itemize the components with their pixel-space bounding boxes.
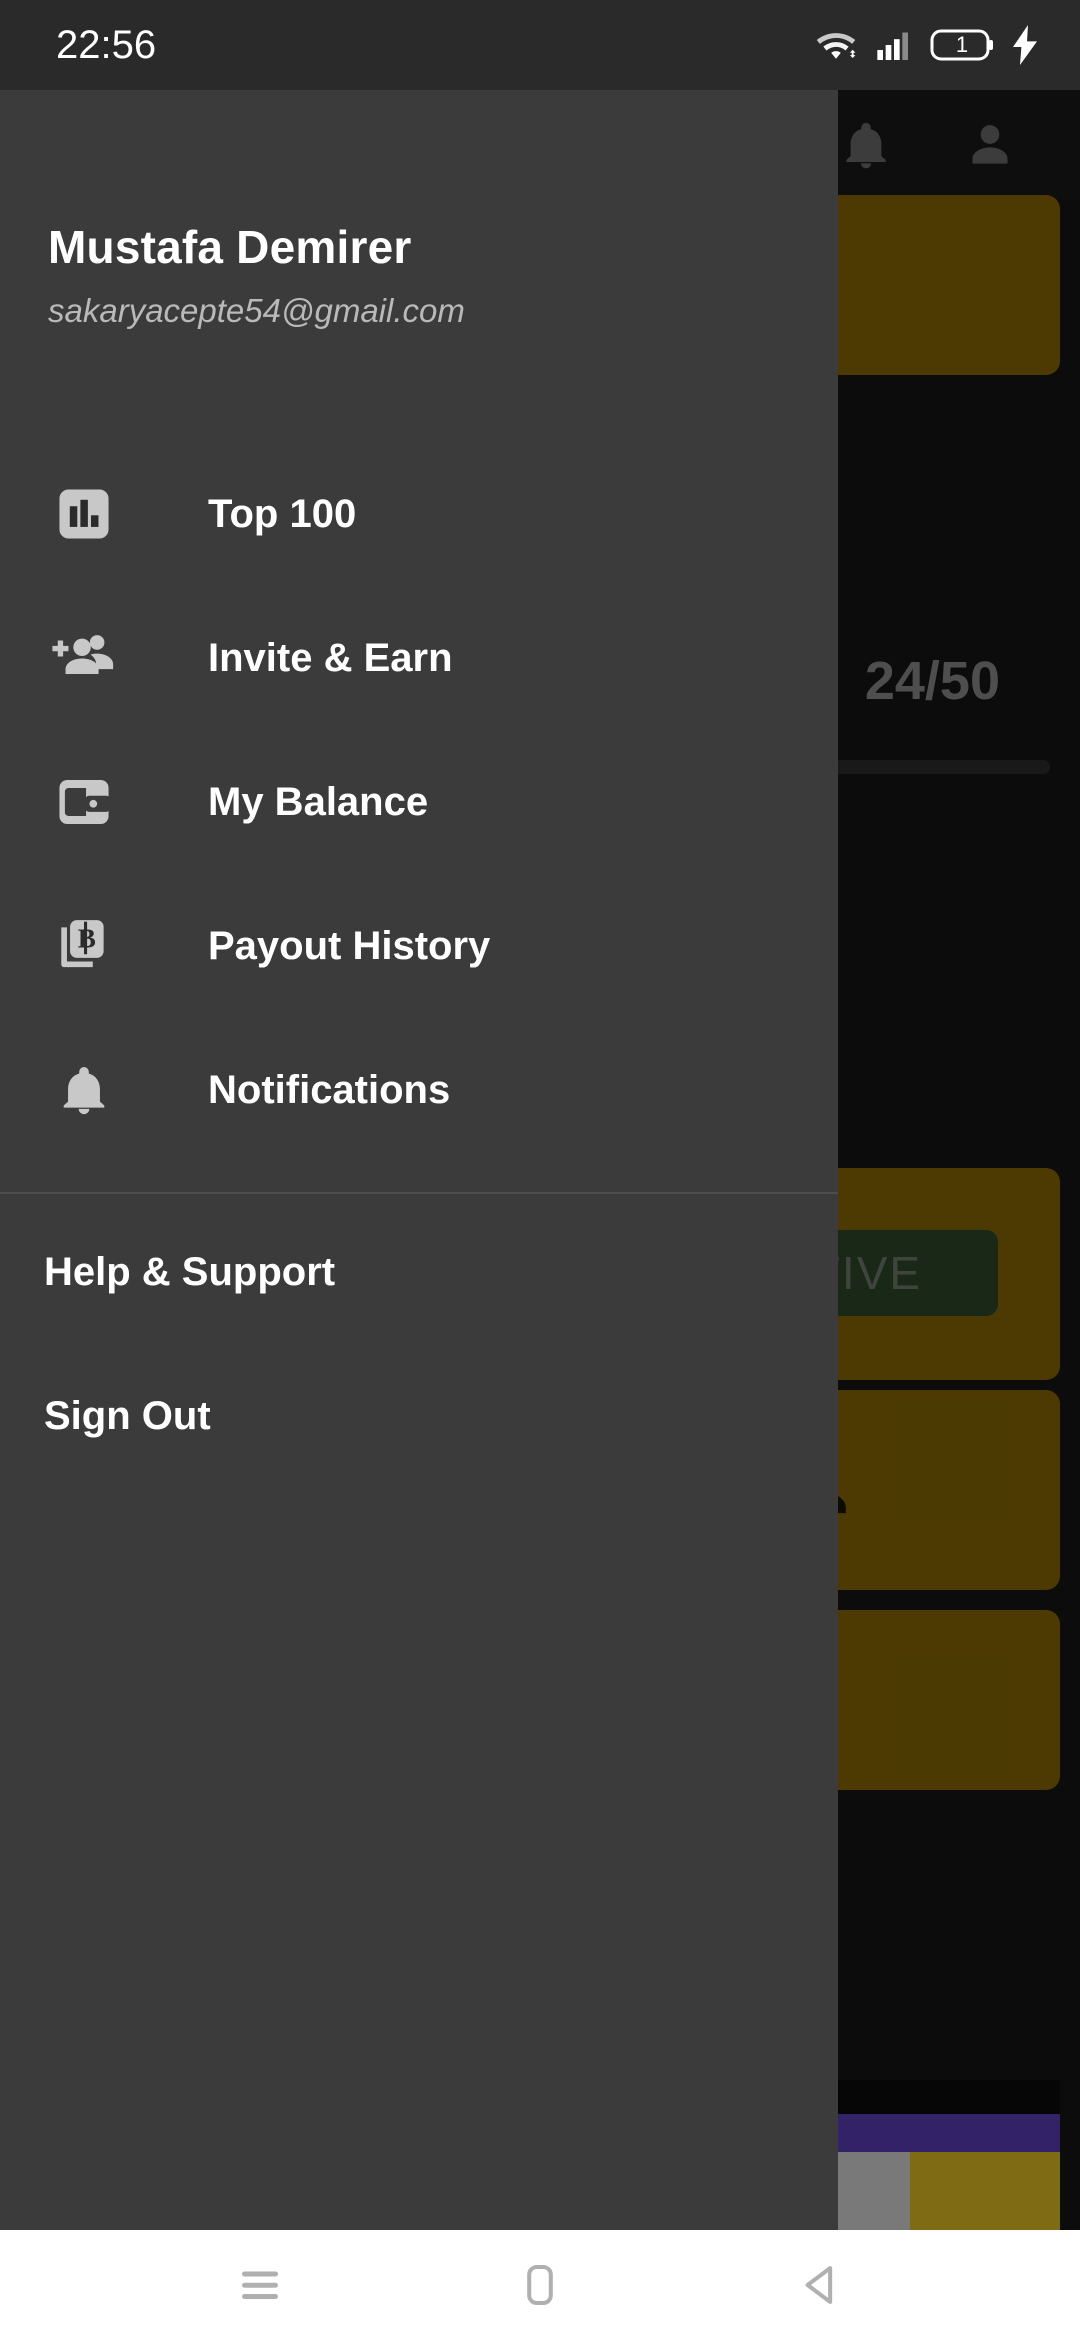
- menu-item-top-100[interactable]: Top 100: [0, 442, 838, 586]
- menu-item-my-balance[interactable]: My Balance: [0, 730, 838, 874]
- status-bar-clock: 22:56: [56, 22, 157, 67]
- status-bar: 22:56 1: [0, 0, 1080, 90]
- battery-level-text: 1: [955, 32, 969, 57]
- home-button[interactable]: [480, 2230, 600, 2340]
- footer-item-label: Help & Support: [44, 1249, 336, 1294]
- person-add-group-icon: [48, 622, 120, 694]
- drawer-menu: Top 100 Invite & Earn My Balance Payout …: [0, 442, 838, 1162]
- back-button[interactable]: [760, 2230, 880, 2340]
- menu-item-sign-out[interactable]: Sign Out: [0, 1344, 838, 1488]
- menu-item-label: Notifications: [208, 1067, 451, 1112]
- menu-item-invite-earn[interactable]: Invite & Earn: [0, 586, 838, 730]
- android-navigation-bar: [0, 2230, 1080, 2340]
- menu-item-help-support[interactable]: Help & Support: [0, 1200, 838, 1344]
- battery-icon: 1: [930, 28, 994, 62]
- bell-icon: [48, 1054, 120, 1126]
- charging-bolt-icon: [1010, 25, 1040, 65]
- menu-item-label: Top 100: [208, 491, 357, 536]
- user-name: Mustafa Demirer: [48, 221, 412, 273]
- bitcoin-book-icon: B: [48, 910, 120, 982]
- menu-item-notifications[interactable]: Notifications: [0, 1018, 838, 1162]
- bar-chart-icon: [48, 478, 120, 550]
- menu-item-label: My Balance: [208, 779, 429, 824]
- recents-button[interactable]: [200, 2230, 320, 2340]
- menu-item-label: Payout History: [208, 923, 491, 968]
- drawer-header: Mustafa Demirer sakaryacepte54@gmail.com: [0, 90, 838, 330]
- user-email: sakaryacepte54@gmail.com: [48, 292, 465, 329]
- navigation-drawer: Mustafa Demirer sakaryacepte54@gmail.com…: [0, 90, 838, 2230]
- status-bar-icons: 1: [814, 23, 1040, 67]
- wallet-icon: [48, 766, 120, 838]
- menu-item-label: Invite & Earn: [208, 635, 453, 680]
- menu-item-payout-history[interactable]: B Payout History: [0, 874, 838, 1018]
- drawer-footer: Help & Support Sign Out: [0, 1194, 838, 1488]
- cellular-signal-icon: [874, 25, 914, 65]
- wifi-icon: [814, 23, 858, 67]
- footer-item-label: Sign Out: [44, 1393, 211, 1438]
